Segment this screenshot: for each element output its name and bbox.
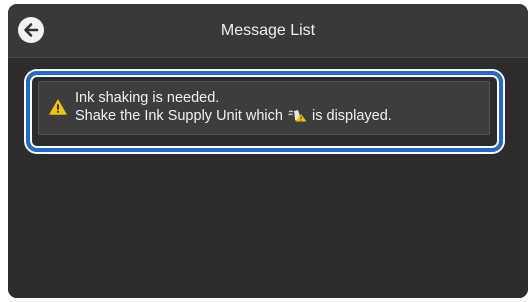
message-list: Ink shaking is needed. Shake the Ink Sup… — [8, 58, 528, 298]
message-list-screen: Message List Ink shaking is needed. Shak… — [8, 4, 528, 298]
message-line-2-end: is displayed. — [312, 108, 392, 124]
message-line-2-start: Shake the Ink Supply Unit which — [75, 108, 283, 124]
title-bar: Message List — [8, 4, 528, 58]
page-title: Message List — [220, 22, 316, 39]
warning-icon — [49, 99, 67, 115]
message-line-2: Shake the Ink Supply Unit which is displ… — [75, 107, 392, 125]
ink-shake-icon — [288, 109, 307, 122]
message-text: Ink shaking is needed. Shake the Ink Sup… — [75, 89, 392, 125]
message-item[interactable]: Ink shaking is needed. Shake the Ink Sup… — [38, 81, 490, 135]
message-line-1: Ink shaking is needed. — [75, 90, 220, 106]
